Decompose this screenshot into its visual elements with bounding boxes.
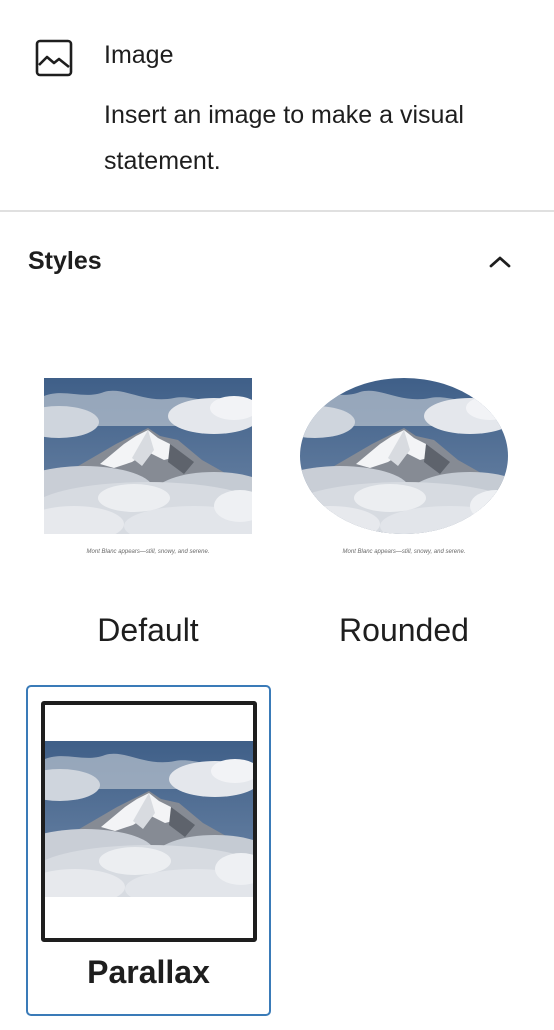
image-icon: [34, 38, 74, 78]
block-description: Insert an image to make a visual stateme…: [104, 101, 464, 175]
style-option-label: Parallax: [87, 954, 210, 990]
style-preview-image: [45, 741, 253, 897]
block-title: Image: [104, 41, 174, 69]
styles-panel-header[interactable]: Styles: [0, 212, 554, 312]
style-option-parallax[interactable]: Parallax: [26, 685, 271, 1016]
style-preview-caption: Mont Blanc appears—still, snowy, and ser…: [86, 549, 210, 555]
style-option-rounded[interactable]: Mont Blanc appears—still, snowy, and ser…: [278, 360, 530, 660]
style-option-label: Rounded: [339, 612, 469, 648]
styles-panel-title: Styles: [28, 247, 102, 275]
block-card: Image Insert an image to make a visual s…: [0, 0, 554, 211]
style-preview-frame: [41, 701, 257, 942]
style-preview-image: [300, 378, 508, 534]
style-preview-caption: Mont Blanc appears—still, snowy, and ser…: [342, 549, 466, 555]
chevron-up-icon[interactable]: [478, 242, 522, 282]
style-option-label: Default: [97, 612, 199, 648]
style-preview-image: [44, 378, 252, 534]
style-option-default[interactable]: Mont Blanc appears—still, snowy, and ser…: [22, 360, 274, 660]
